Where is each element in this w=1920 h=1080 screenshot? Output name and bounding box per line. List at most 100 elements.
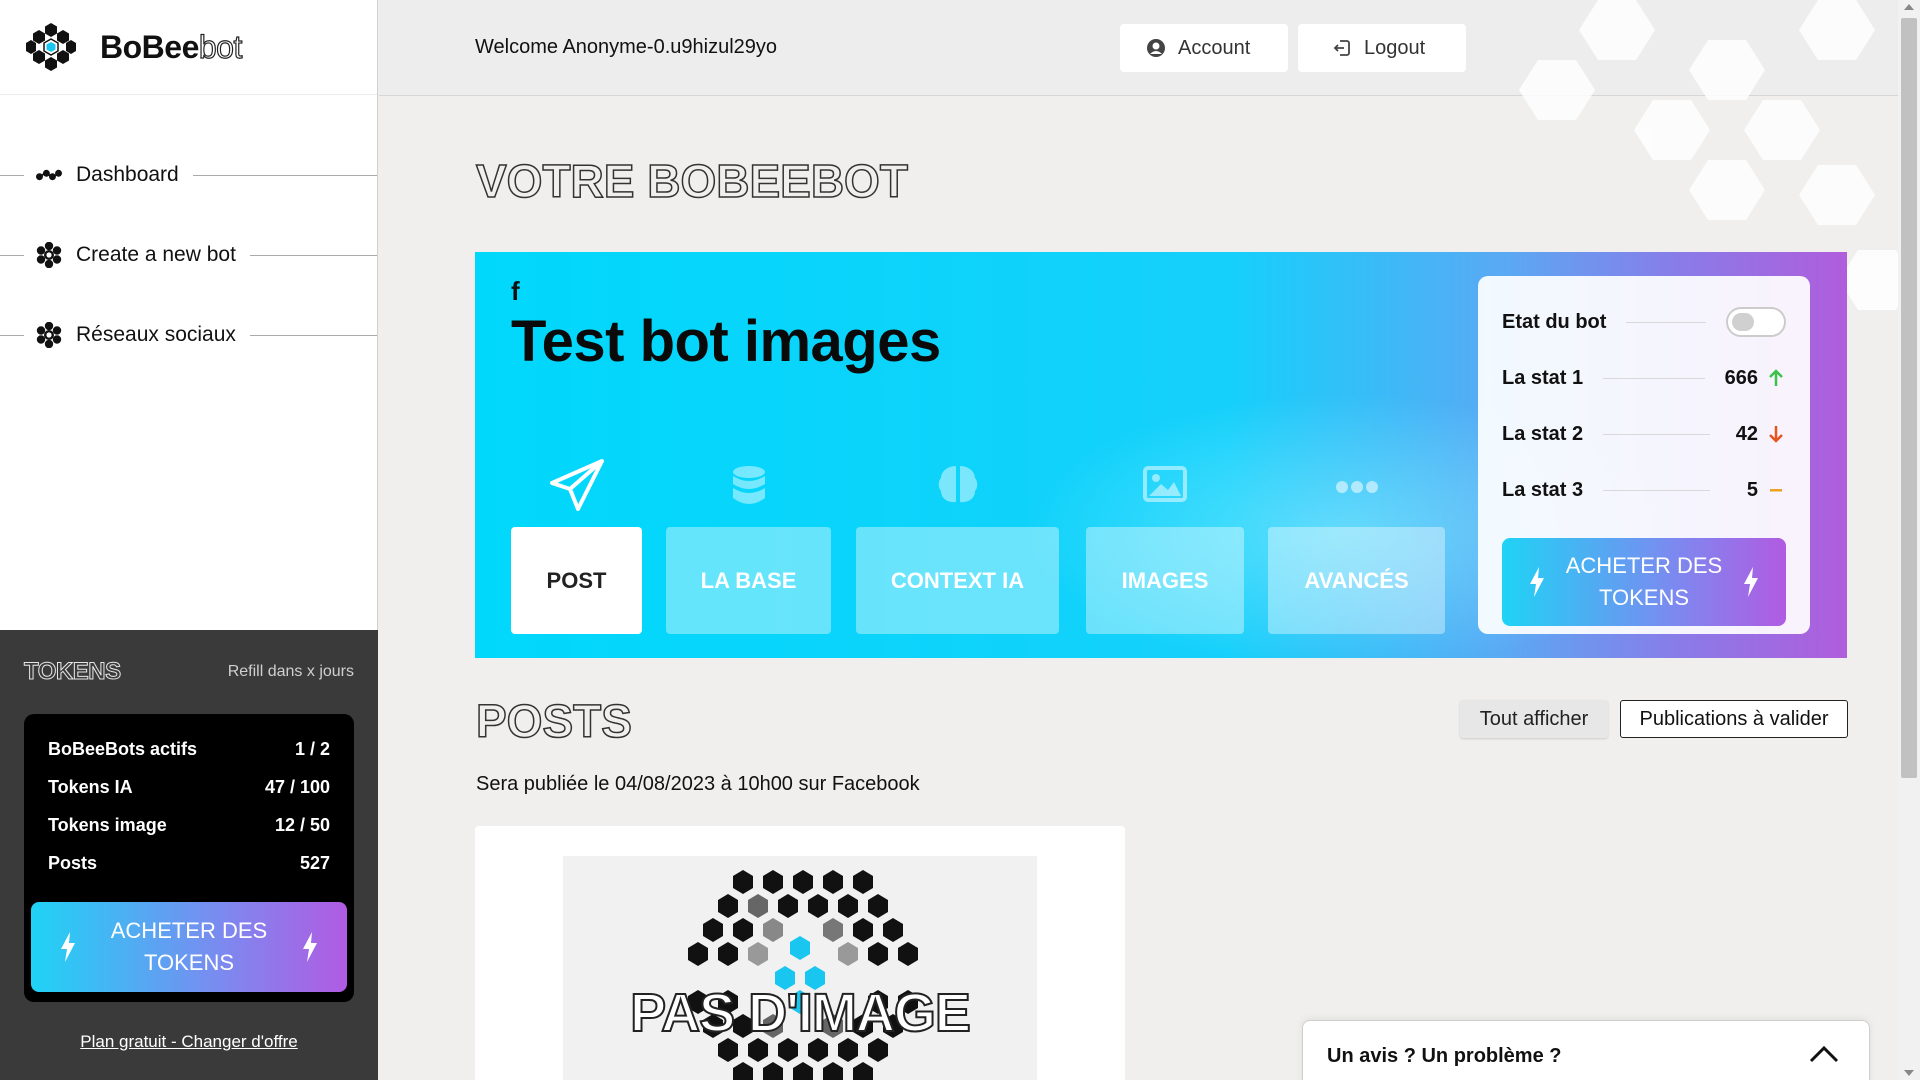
token-row-value: 1 / 2 (294, 738, 330, 759)
stat-label: La stat 3 (1502, 478, 1584, 501)
divider (0, 334, 24, 336)
account-label: Account (1178, 36, 1251, 59)
tokens-title: TOKENS (24, 658, 122, 686)
token-row: Posts 527 (31, 844, 347, 882)
brand[interactable]: BoBeebot (0, 0, 377, 95)
page-title: VOTRE BOBEEBOT (475, 154, 908, 208)
bot-card: f Test bot images POST LA BASE CONTEXT I… (475, 252, 1847, 658)
sidebar-nav: Dashboard Create a new bot Réseaux socia… (0, 135, 377, 375)
bot-state-label: Etat du bot (1502, 310, 1607, 333)
divider (249, 254, 377, 256)
publications-to-validate-button[interactable]: Publications à valider (1620, 700, 1848, 738)
logout-icon (1332, 38, 1352, 58)
tab-context-ia[interactable]: CONTEXT IA (856, 527, 1059, 634)
tokens-panel: TOKENS Refill dans x jours BoBeeBots act… (0, 630, 378, 1080)
divider (249, 334, 377, 336)
token-row: BoBeeBots actifs 1 / 2 (31, 730, 347, 768)
scroll-down-arrow-icon[interactable] (1904, 1070, 1914, 1076)
change-plan-link[interactable]: Plan gratuit - Changer d'offre (24, 1032, 354, 1052)
facebook-icon: f (511, 276, 520, 306)
chevron-up-icon[interactable] (1809, 1045, 1839, 1068)
tab-images[interactable]: IMAGES (1086, 527, 1244, 634)
bot-stats-panel: Etat du bot La stat 1 666 La stat 2 42 L… (1478, 276, 1810, 634)
scroll-up-arrow-icon[interactable] (1904, 4, 1914, 10)
ellipsis-icon (1268, 480, 1445, 494)
scrollbar[interactable] (1898, 0, 1920, 1080)
lightning-icon (303, 932, 317, 962)
stat-value: 666 (1724, 366, 1758, 389)
divider (1603, 377, 1705, 379)
token-row: Tokens image 12 / 50 (31, 806, 347, 844)
bobeebot-logo-icon (26, 23, 76, 71)
database-icon (666, 466, 831, 506)
divider (1603, 489, 1710, 491)
arrow-up-icon (1766, 369, 1786, 387)
stat-label: La stat 1 (1502, 366, 1584, 389)
token-row-value: 527 (299, 852, 330, 873)
divider (1626, 321, 1706, 323)
no-image-placeholder: PAS D'IMAGE (563, 856, 1037, 1080)
tab-la-base[interactable]: LA BASE (666, 527, 831, 634)
hex-flower-icon (36, 322, 62, 348)
token-row-value: 47 / 100 (264, 776, 330, 797)
sidebar-item-label: Réseaux sociaux (76, 323, 236, 346)
no-image-label: PAS D'IMAGE (629, 982, 972, 1044)
hex-flower-icon (36, 242, 62, 268)
stat-label: La stat 2 (1502, 422, 1584, 445)
paper-plane-icon (511, 457, 642, 515)
dots-icon (36, 162, 62, 188)
tokens-card: BoBeeBots actifs 1 / 2 Tokens IA 47 / 100 … (24, 714, 354, 1002)
stat-row: La stat 3 5 (1502, 462, 1786, 518)
feedback-widget[interactable]: Un avis ? Un problème ? (1302, 1020, 1870, 1080)
posts-title: POSTS (475, 694, 632, 748)
token-row: Tokens IA 47 / 100 (31, 768, 347, 806)
sidebar-item-label: Create a new bot (76, 243, 236, 266)
user-circle-icon (1146, 38, 1166, 58)
logout-button[interactable]: Logout (1298, 24, 1466, 72)
token-row-label: Posts (48, 852, 98, 873)
bot-title: Test bot images (511, 309, 941, 374)
bot-state-toggle[interactable] (1726, 307, 1786, 337)
show-all-button[interactable]: Tout afficher (1460, 700, 1608, 738)
logout-label: Logout (1364, 36, 1426, 59)
sidebar-item-dashboard[interactable]: Dashboard (0, 135, 377, 215)
stat-value: 42 (1735, 422, 1758, 445)
post-card[interactable]: PAS D'IMAGE (475, 826, 1125, 1080)
divider (192, 174, 377, 176)
lightning-icon (1744, 567, 1758, 597)
publish-schedule-note: Sera publiée le 04/08/2023 à 10h00 sur F… (476, 773, 920, 795)
buy-tokens-button[interactable]: ACHETER DES TOKENS (1502, 538, 1786, 626)
feedback-label: Un avis ? Un problème ? (1327, 1045, 1562, 1067)
tokens-refill-text: Refill dans x jours (227, 663, 354, 680)
sidebar: BoBeebot Dashboard Create a new bot Rése… (0, 0, 378, 1080)
divider (0, 174, 24, 176)
divider (0, 254, 24, 256)
stat-value: 5 (1746, 478, 1758, 501)
stat-row: La stat 2 42 (1502, 406, 1786, 462)
token-row-value: 12 / 50 (274, 814, 330, 835)
brand-name: BoBeebot (100, 28, 243, 65)
lightning-icon (1530, 567, 1544, 597)
brain-icon (856, 464, 1059, 504)
token-row-label: BoBeeBots actifs (48, 738, 198, 759)
buy-tokens-label: ACHETER DES TOKENS (110, 918, 268, 975)
sidebar-item-label: Dashboard (76, 163, 179, 186)
stat-row: La stat 1 666 (1502, 350, 1786, 406)
scrollbar-thumb[interactable] (1901, 18, 1917, 778)
welcome-text: Welcome Anonyme-0.u9hizul29yo (475, 36, 778, 58)
buy-tokens-button[interactable]: ACHETER DES TOKENS (31, 902, 347, 992)
tab-avances[interactable]: AVANCÉS (1268, 527, 1445, 634)
sidebar-item-create-bot[interactable]: Create a new bot (0, 215, 377, 295)
dash-icon (1766, 481, 1786, 499)
image-icon (1086, 466, 1244, 502)
lightning-icon (61, 932, 75, 962)
token-row-label: Tokens IA (48, 776, 133, 797)
sidebar-item-reseaux-sociaux[interactable]: Réseaux sociaux (0, 295, 377, 375)
buy-tokens-label: ACHETER DES TOKENS (1565, 553, 1723, 610)
arrow-down-icon (1766, 425, 1786, 443)
bot-state-row: Etat du bot (1502, 294, 1786, 350)
account-button[interactable]: Account (1120, 24, 1288, 72)
token-row-label: Tokens image (48, 814, 167, 835)
hexagon-pattern-icon (688, 870, 918, 1080)
tab-post[interactable]: POST (511, 527, 642, 634)
